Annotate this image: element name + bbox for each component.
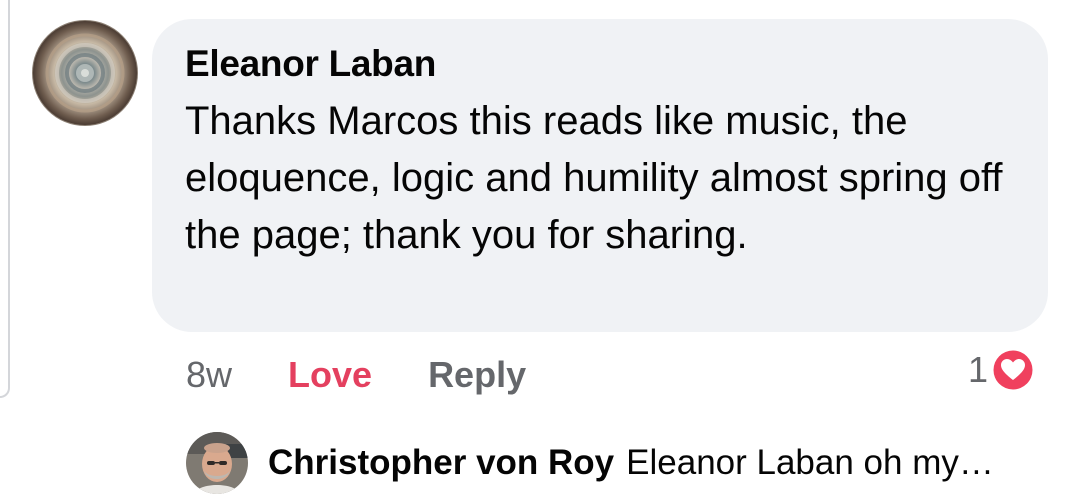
reply-preview-row[interactable]: Christopher von Roy Eleanor Laban oh my… <box>186 430 994 496</box>
reply-avatar-image <box>186 432 248 494</box>
reply-author-avatar[interactable] <box>186 432 248 494</box>
reply-author-name[interactable]: Christopher von Roy <box>268 443 614 483</box>
reaction-count: 1 <box>968 349 989 390</box>
reply-button[interactable]: Reply <box>428 354 526 396</box>
love-reaction-button[interactable]: Love <box>288 354 372 396</box>
thread-connector-line <box>0 0 10 398</box>
comment-text: Thanks Marcos this reads like music, the… <box>185 99 1003 257</box>
avatar-image <box>32 20 138 126</box>
commenter-avatar[interactable] <box>32 20 138 126</box>
reaction-summary[interactable]: 1 <box>968 345 1036 395</box>
comment-bubble: Eleanor Laban Thanks Marcos this reads l… <box>152 19 1048 332</box>
heart-icon <box>990 347 1036 393</box>
comment-actions: 8w Love Reply <box>186 350 526 400</box>
comment-timestamp[interactable]: 8w <box>186 354 232 396</box>
reply-preview-text: Eleanor Laban oh my… <box>626 443 994 482</box>
comment-author-name[interactable]: Eleanor Laban <box>185 41 436 87</box>
